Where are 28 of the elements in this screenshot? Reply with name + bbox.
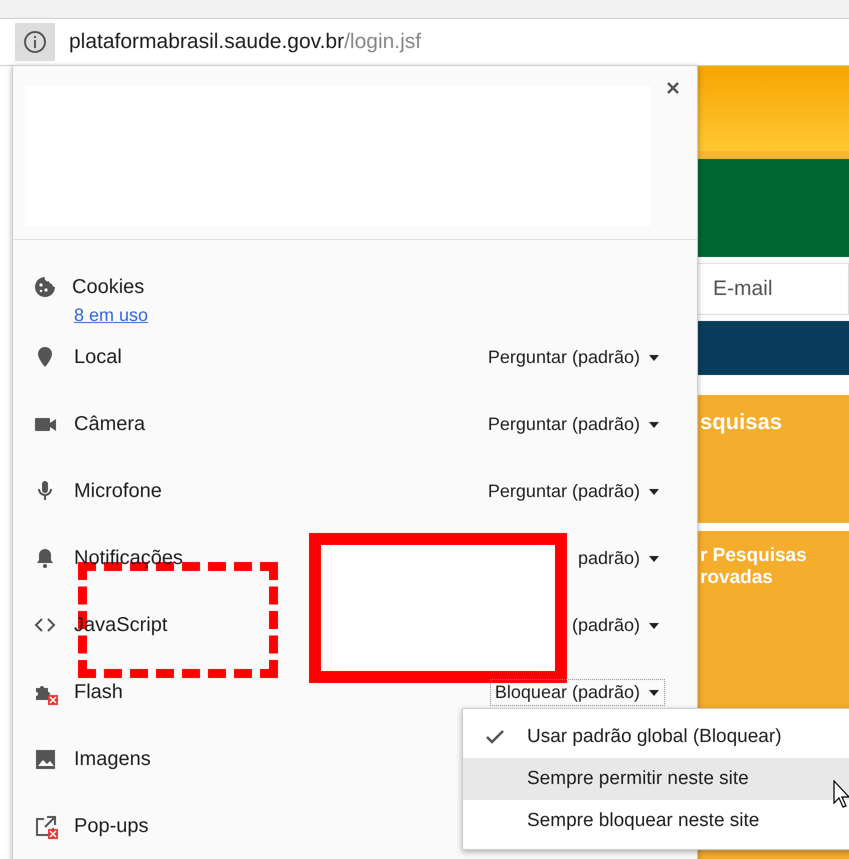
permission-dropdown[interactable]: Perguntar (padrão) — [482, 478, 665, 505]
caret-icon — [648, 622, 660, 630]
caret-icon — [648, 688, 660, 696]
permission-label: Pop-ups — [73, 814, 150, 839]
caret-icon — [648, 420, 660, 428]
permission-dropdown[interactable]: Perguntar (padrão) — [482, 411, 665, 438]
permission-dropdown[interactable]: padrão) — [572, 545, 665, 572]
permission-label: Câmera — [73, 412, 146, 437]
permission-label: Flash — [73, 680, 124, 705]
cookie-icon — [33, 275, 57, 299]
url-host: plataformabrasil.saude.gov.br — [69, 30, 344, 54]
permission-dropdown[interactable]: (padrão) — [566, 612, 665, 639]
permission-label: Cookies — [71, 274, 146, 300]
cookies-in-use-link[interactable]: 8 em uso — [74, 306, 148, 324]
permission-dropdown[interactable]: Perguntar (padrão) — [482, 344, 665, 371]
permission-label: JavaScript — [73, 613, 168, 638]
menu-item[interactable]: Sempre permitir neste site — [463, 758, 849, 800]
caret-icon — [648, 488, 660, 496]
permission-label: Imagens — [73, 747, 152, 772]
menu-item[interactable]: Usar padrão global (Bloquear) — [463, 716, 849, 758]
caret-icon — [648, 554, 660, 562]
site-info-button[interactable] — [15, 23, 55, 61]
info-icon — [23, 30, 47, 54]
menu-item[interactable]: Sempre bloquear neste site — [463, 800, 849, 842]
caret-icon — [648, 354, 660, 362]
permission-label: Local — [73, 345, 123, 370]
permission-label: Microfone — [73, 479, 163, 504]
url-path: /login.jsf — [344, 30, 422, 54]
